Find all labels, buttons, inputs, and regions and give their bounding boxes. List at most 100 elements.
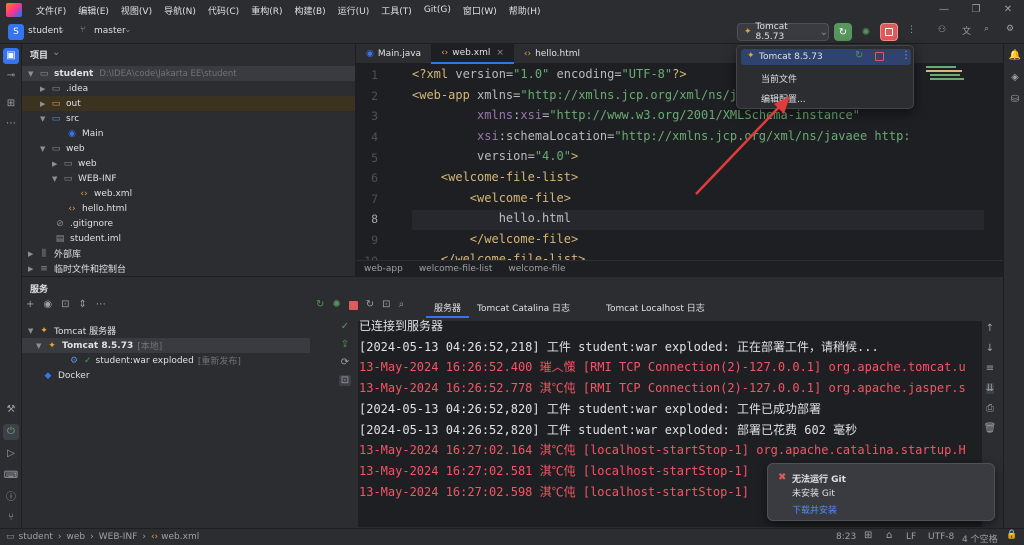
collapsed-arrow-icon[interactable]: ▶ [40,85,50,93]
tree-item-web[interactable]: ▼ ▭ web [22,141,355,156]
settings-icon[interactable]: ⚙ [1006,24,1014,34]
more-icon[interactable]: ⋮ [907,25,916,35]
windows-icon[interactable]: ⊞ [864,530,872,541]
stop-icon[interactable] [875,52,884,61]
line-separator[interactable]: LF [906,532,916,542]
expand-collapse-icon[interactable]: ⇕ [79,299,87,317]
branch-name[interactable]: master [94,26,126,36]
new-tab-icon[interactable]: ⊡ [61,299,69,317]
status-path-item[interactable]: student [19,532,53,542]
menu-tools[interactable]: 工具(T) [375,4,418,17]
menu-help[interactable]: 帮助(H) [503,4,547,17]
soft-wrap-icon[interactable]: ≡ [986,363,994,374]
project-tool-icon[interactable]: ▣ [3,48,19,64]
gradle-icon[interactable]: ◈ [1007,72,1023,88]
collapsed-arrow-icon[interactable]: ▶ [28,265,38,273]
caret-position[interactable]: 8:23 [836,532,856,542]
tree-item-tomcat-server[interactable]: ▼ ✦ Tomcat 服务器 [22,323,310,338]
search-icon[interactable]: ⌕ [984,24,989,34]
tree-item-main[interactable]: ◉ Main [22,126,355,141]
services-tool-icon[interactable]: ⏻ [3,424,19,440]
scroll-to-end-icon[interactable]: ⇊ [985,383,995,394]
menu-view[interactable]: 视图(V) [115,4,158,17]
tab-hello-html[interactable]: ‹› hello.html [514,44,590,64]
expanded-arrow-icon[interactable]: ▼ [36,342,46,350]
git-icon[interactable]: ⑂ [3,510,19,526]
debug-button[interactable]: ✺ [857,23,875,41]
menu-build[interactable]: 构建(B) [288,4,331,17]
update-icon[interactable]: ↻ [366,299,374,310]
trash-icon[interactable]: 🗑 [984,423,997,434]
expanded-arrow-icon[interactable]: ▼ [40,145,50,153]
build-icon[interactable]: ⚒ [3,402,19,418]
tree-item-docker[interactable]: ◆ Docker [22,368,310,383]
tree-item-hello-html[interactable]: ‹› hello.html [22,201,355,216]
menu-navigate[interactable]: 导航(N) [158,4,202,17]
breadcrumb-item[interactable]: welcome-file-list [411,264,501,274]
print-icon[interactable]: ⎙ [986,403,994,414]
arrow-down-icon[interactable]: ↓ [986,343,994,354]
deploy-icon[interactable]: ⇪ [341,339,349,350]
popup-item-tomcat[interactable]: ✦ Tomcat 8.5.73 ↻ ⋮ [741,49,911,65]
collapsed-arrow-icon[interactable]: ▶ [40,100,50,108]
collapsed-arrow-icon[interactable]: ▶ [28,250,38,258]
download-install-link[interactable]: 下载并安装 [792,503,837,516]
tree-item-artifact[interactable]: ⚙ ✓ student:war exploded [重新发布] [22,353,310,368]
add-user-icon[interactable]: ⚇ [938,25,946,35]
readonly-toggle-icon[interactable]: ⌂ [886,530,892,541]
translate-icon[interactable]: 文 [962,24,971,37]
tree-item-external-libs[interactable]: ▶ ⫼ 外部库 [22,246,355,261]
more-icon[interactable]: ⋯ [96,299,106,317]
chevron-down-icon[interactable]: ⌄ [58,25,66,35]
tree-item-student[interactable]: ▼ ▭ student D:\IDEA\code\Jakarta EE\stud… [22,66,355,81]
arrow-up-icon[interactable]: ↑ [986,323,994,334]
breadcrumb-item[interactable]: web-app [356,264,411,274]
tree-item-out[interactable]: ▶ ▭ out [22,96,355,111]
tree-item-tomcat-instance[interactable]: ▼ ✦ Tomcat 8.5.73 [本地] [22,338,310,353]
restore-icon[interactable]: ❐ [960,0,992,20]
popup-item-current-file[interactable]: 当前文件 [761,72,797,85]
chevron-down-icon[interactable]: ⌄ [52,47,60,58]
more-icon[interactable]: ⋮ [901,50,911,61]
notifications-icon[interactable]: 🔔 [1007,50,1023,66]
lock-icon[interactable]: 🔒 [1006,530,1017,540]
file-encoding[interactable]: UTF-8 [928,532,954,542]
open-browser-icon[interactable]: ⊡ [382,299,390,310]
collapsed-arrow-icon[interactable]: ▶ [52,160,62,168]
menu-file[interactable]: 文件(F) [30,4,72,17]
tab-web-xml[interactable]: ‹› web.xml × [431,44,514,64]
run-tool-icon[interactable]: ▷ [3,446,19,462]
tree-item-idea[interactable]: ▶ ▭ .idea [22,81,355,96]
indent-setting[interactable]: 4 个空格 [962,532,998,545]
rerun-button[interactable]: ↻ [834,23,852,41]
stop-icon[interactable] [348,301,358,310]
intellij-logo-icon[interactable] [6,3,22,17]
status-path-item[interactable]: web [67,532,86,542]
tree-item-gitignore[interactable]: ⊘ .gitignore [22,216,355,231]
menu-git[interactable]: Git(G) [418,5,457,15]
eye-icon[interactable]: ◉ [43,299,52,317]
debug-icon[interactable]: ✺ [332,299,340,310]
breadcrumb-item[interactable]: welcome-file [500,264,573,274]
terminal-icon[interactable]: ⌨ [3,468,19,484]
check-icon[interactable]: ✓ [341,321,349,332]
add-icon[interactable]: + [26,299,34,317]
commit-icon[interactable]: ⊸ [3,68,19,84]
redeploy-icon[interactable]: ⊡ [338,375,352,386]
expanded-arrow-icon[interactable]: ▼ [28,70,38,78]
monitor-icon[interactable]: ⌕ [399,299,405,310]
menu-run[interactable]: 运行(U) [332,4,376,17]
tab-localhost-log[interactable]: Tomcat Localhost 日志 [598,299,713,318]
menu-code[interactable]: 代码(C) [202,4,245,17]
tab-catalina-log[interactable]: Tomcat Catalina 日志 [469,299,578,318]
refresh-icon[interactable]: ⟳ [341,357,349,368]
expanded-arrow-icon[interactable]: ▼ [52,175,62,183]
status-path-item[interactable]: web.xml [161,532,199,542]
menu-edit[interactable]: 编辑(E) [72,4,115,17]
tree-item-web-xml[interactable]: ‹› web.xml [22,186,355,201]
run-config-selector[interactable]: ✦ Tomcat 8.5.73 ⌄ [737,22,829,42]
tree-item-web-sub[interactable]: ▶ ▭ web [22,156,355,171]
close-tab-icon[interactable]: × [496,48,504,58]
close-window-icon[interactable]: ✕ [992,0,1024,20]
structure-icon[interactable]: ⊞ [3,96,19,112]
